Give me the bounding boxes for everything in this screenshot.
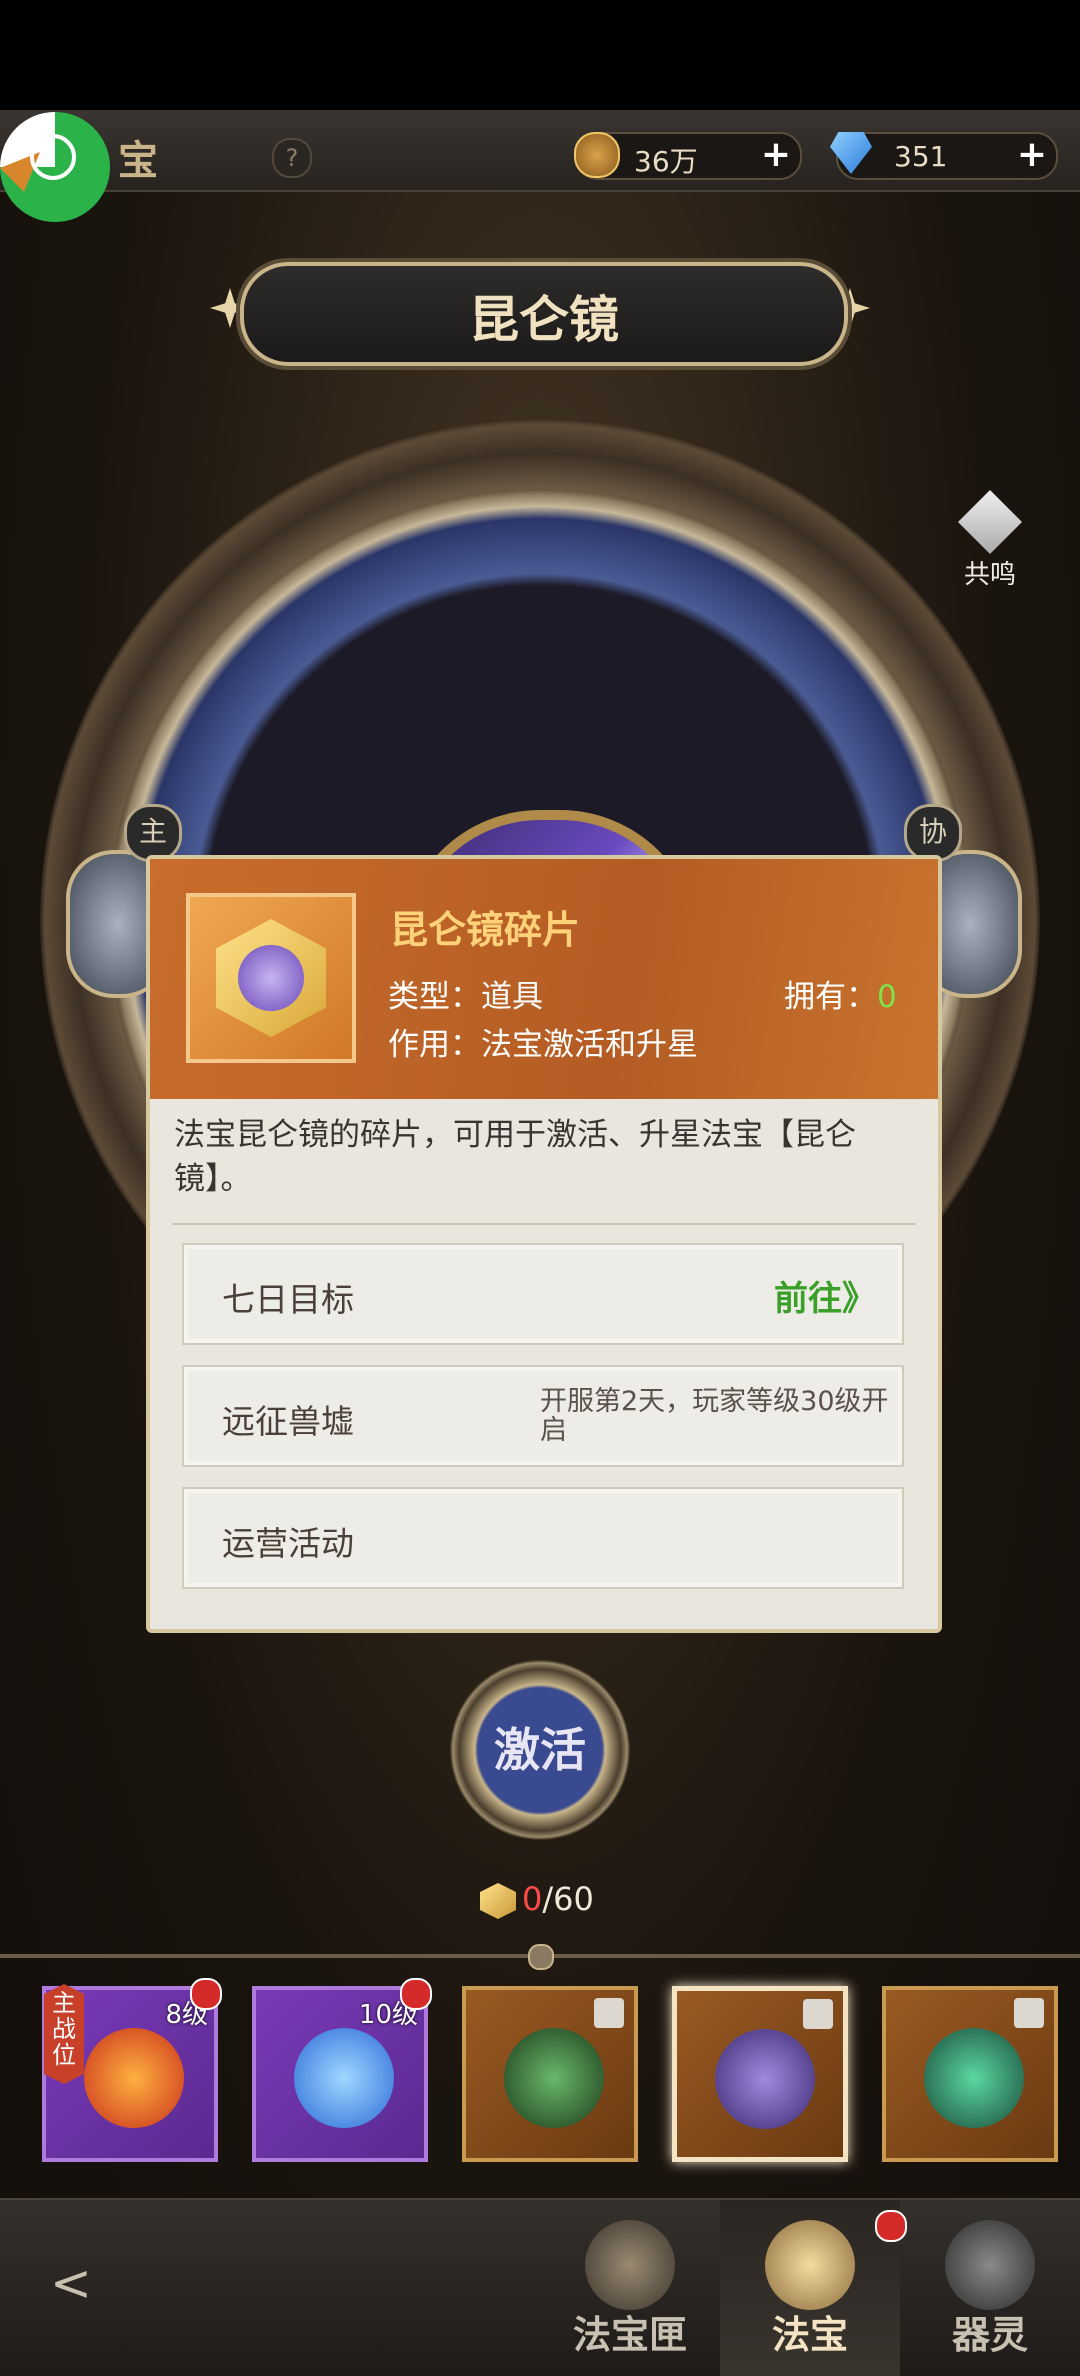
fragment-core-icon — [238, 945, 304, 1011]
app-badge-text: 7723 — [28, 188, 84, 212]
assist-slot-badge: 协 — [904, 804, 962, 862]
shield-artifact-icon — [504, 2028, 604, 2128]
back-arrow-icon[interactable]: < — [50, 2254, 130, 2314]
help-icon[interactable]: ? — [272, 138, 312, 178]
coin-value: 36万 — [634, 145, 698, 178]
source-name: 七日目标 — [222, 1280, 354, 1319]
lock-icon — [803, 1999, 833, 2029]
owned-label: 拥有： — [784, 979, 877, 1015]
add-coins-button[interactable]: + — [758, 137, 794, 174]
source-condition: 开服第2天，玩家等级30级开启 — [540, 1386, 889, 1446]
owned-value: 0 — [877, 979, 897, 1015]
source-row-expedition[interactable]: 远征兽墟 开服第2天，玩家等级30级开启 — [182, 1365, 904, 1467]
item-frame — [186, 893, 356, 1063]
resonance-button[interactable]: 共鸣 — [940, 490, 1040, 600]
tab-label: 器灵 — [951, 2312, 1028, 2357]
spirit-icon — [945, 2220, 1035, 2310]
item-owned: 拥有：0 — [784, 971, 897, 1016]
goto-button[interactable]: 前往》 — [774, 1271, 876, 1320]
activate-button[interactable]: 激活 — [480, 1690, 600, 1810]
fragment-icon — [480, 1883, 516, 1919]
mirror-artifact-icon — [715, 2029, 815, 2129]
bottom-nav: < 法宝匣 法宝 器灵 — [0, 2198, 1080, 2376]
source-name: 运营活动 — [222, 1524, 354, 1563]
box-icon — [585, 2220, 675, 2310]
item-effect: 作用：法宝激活和升星 — [388, 1027, 698, 1063]
fragment-count: 0/60 — [480, 1880, 594, 1924]
cauldron-artifact-icon — [924, 2028, 1024, 2128]
lock-icon — [594, 1998, 624, 2028]
source-row-events[interactable]: 运营活动 — [182, 1487, 904, 1589]
tab-artifact-box[interactable]: 法宝匣 — [540, 2200, 720, 2376]
tab-artifact-spirit[interactable]: 器灵 — [900, 2200, 1080, 2376]
screen-title: 宝 — [118, 137, 158, 184]
tab-label: 法宝匣 — [572, 2312, 687, 2357]
strip-knob-icon — [528, 1944, 554, 1970]
gem-icon — [830, 132, 872, 174]
main-slot-badge: 主 — [124, 804, 182, 862]
artifact-card-2[interactable]: 10级 — [252, 1978, 432, 2162]
artifact-name: 昆仑镜 — [469, 290, 619, 349]
fragment-total: /60 — [542, 1880, 594, 1918]
artifact-card-5[interactable] — [882, 1986, 1058, 2162]
crosshair-icon — [30, 134, 76, 180]
add-gems-button[interactable]: + — [1014, 137, 1050, 174]
artifact-card-4[interactable] — [672, 1986, 848, 2162]
resonance-label: 共鸣 — [963, 560, 1016, 590]
item-name: 昆仑镜碎片 — [390, 908, 581, 952]
main-position-tag: 主战位 — [44, 1984, 84, 2084]
water-orb-icon — [294, 2028, 394, 2128]
coin-icon — [574, 132, 620, 178]
lock-icon — [1014, 1998, 1044, 2028]
artifact-title-plaque: 昆仑镜 — [240, 262, 848, 366]
wings-icon — [765, 2220, 855, 2310]
top-bar: 宝 ? 36万 + 351 + — [0, 110, 1080, 192]
source-name: 远征兽墟 — [222, 1402, 354, 1441]
crown-diamond-icon — [958, 490, 1022, 554]
notification-dot-icon — [400, 1978, 432, 2010]
fragment-current: 0 — [522, 1880, 543, 1918]
artifact-card-1[interactable]: 主战位 8级 — [42, 1978, 222, 2162]
tab-artifact[interactable]: 法宝 — [720, 2200, 900, 2376]
notification-dot-icon — [190, 1978, 222, 2010]
item-info-popup: 昆仑镜碎片 类型：道具 拥有：0 作用：法宝激活和升星 法宝昆仑镜的碎片，可用于… — [146, 855, 942, 1633]
fire-orb-icon — [84, 2028, 184, 2128]
gem-value: 351 — [894, 140, 948, 173]
popup-header: 昆仑镜碎片 类型：道具 拥有：0 作用：法宝激活和升星 — [150, 859, 938, 1099]
item-type: 类型：道具 — [388, 979, 543, 1015]
source-row-seven-day[interactable]: 七日目标 前往》 — [182, 1243, 904, 1345]
app-badge[interactable]: 7723 — [0, 112, 110, 222]
popup-divider — [172, 1223, 916, 1225]
game-screen: 宝 ? 36万 + 351 + 昆仑镜 主 协 共鸣 激活 0/60 主战位 8… — [0, 110, 1080, 2376]
item-description: 法宝昆仑镜的碎片，可用于激活、升星法宝【昆仑镜】。 — [174, 1117, 856, 1197]
coin-counter: 36万 + — [574, 132, 802, 180]
tab-label: 法宝 — [771, 2312, 848, 2357]
artifact-card-3[interactable] — [462, 1986, 638, 2162]
gem-counter: 351 + — [830, 132, 1058, 180]
